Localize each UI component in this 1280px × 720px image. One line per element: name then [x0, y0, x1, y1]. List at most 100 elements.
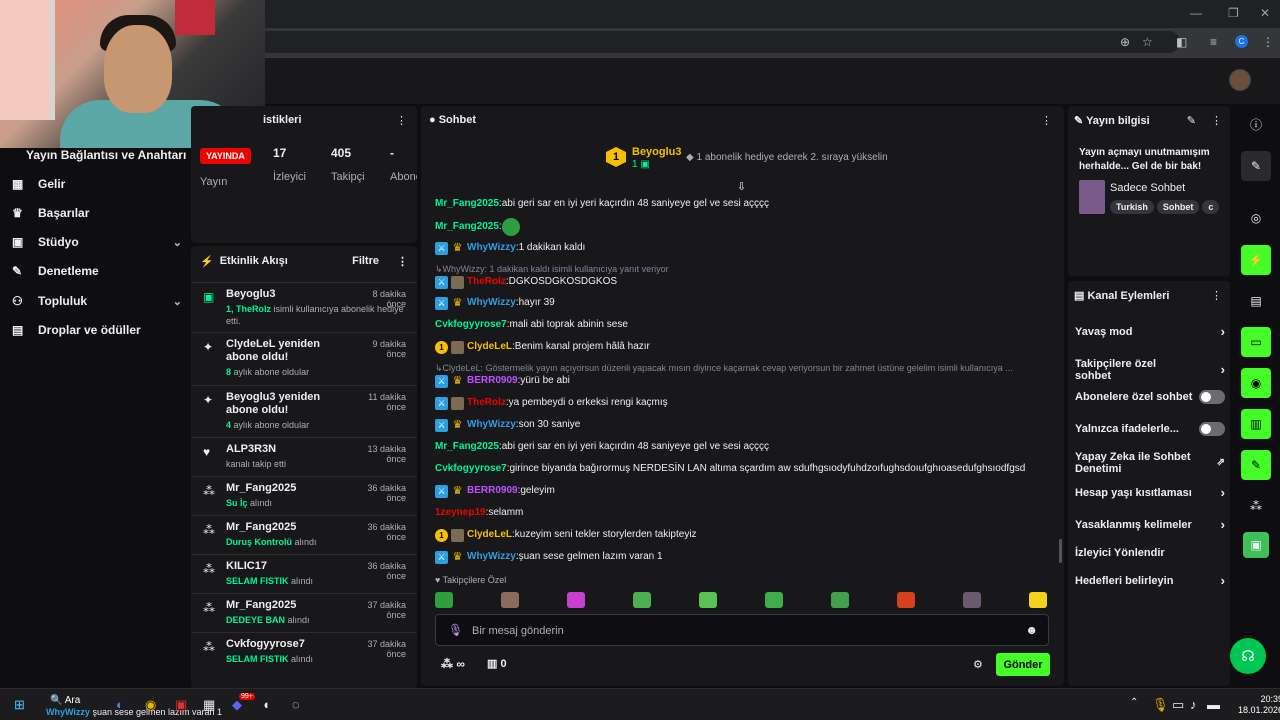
queue-icon[interactable]: ▥	[1241, 409, 1271, 439]
mic-icon[interactable]: 🎙	[448, 623, 463, 637]
channel-action-item[interactable]: Abonelere özel sohbet	[1075, 390, 1225, 404]
chat-message[interactable]: ⚔ TheRolz: DGKOSDGKOSDGKOS	[435, 275, 617, 289]
moderator-badge-icon[interactable]: ⚔	[435, 296, 448, 310]
activity-event[interactable]: ⁂ Mr_Fang2025 36 dakika önce Duruş Kontrolü…	[191, 515, 417, 552]
clip-icon[interactable]: ◎	[1241, 203, 1271, 233]
category-thumbnail[interactable]	[1079, 180, 1105, 214]
chat-message[interactable]: ⚔ TheRolz: ya pembeydi o erkeksi rengi ka…	[435, 396, 668, 410]
app-icon[interactable]: ▣	[175, 697, 187, 713]
chrome-icon[interactable]: ◉	[145, 697, 156, 713]
network-icon[interactable]: ▭	[1172, 697, 1184, 713]
emote-icon[interactable]	[765, 592, 783, 608]
nav-item-basarilar[interactable]: ♛ Başarılar	[12, 202, 182, 224]
taskbar-search[interactable]: 🔍 Ara	[50, 695, 80, 706]
chat-scrollbar[interactable]	[1059, 539, 1062, 563]
activity-event[interactable]: ▣ Beyoglu3 8 dakika önce 1, TheRolz isimli …	[191, 282, 417, 331]
avatar-badge-icon[interactable]	[451, 340, 464, 354]
emote-icon[interactable]	[897, 592, 915, 608]
tag[interactable]: Sohbet	[1156, 200, 1200, 214]
minimize-button[interactable]: —	[1190, 6, 1202, 20]
moderator-badge-icon[interactable]: ⚔	[435, 374, 448, 388]
settings-icon[interactable]: ⚙	[973, 658, 983, 671]
edit-icon[interactable]: ✎	[1187, 114, 1196, 127]
chat-username[interactable]: WhyWizzy	[467, 550, 516, 564]
extensions-icon[interactable]: ◧	[1176, 35, 1187, 49]
chat-username[interactable]: Mr_Fang2025	[435, 440, 499, 454]
activity-event[interactable]: ♥ ALP3R3N 13 dakika önce kanalı takip etti	[191, 437, 417, 474]
extension-icon[interactable]: ▣	[1243, 532, 1269, 558]
close-button[interactable]: ✕	[1260, 6, 1270, 20]
nav-item-gelir[interactable]: ▦ Gelir	[12, 173, 182, 195]
chat-message[interactable]: Cvkfogyyrose7: girince biyanda bağırormu…	[435, 462, 1025, 476]
subscriber-badge-icon[interactable]: 1	[435, 528, 448, 542]
chat-message[interactable]: Mr_Fang2025: abi geri sar en iyi yeri ka…	[435, 197, 769, 211]
chat-input-box[interactable]: 🎙 ☻	[435, 614, 1049, 646]
chat-reply-context[interactable]: ↳ ClydeLeL: Göstermelik yayın açıyorsun …	[435, 361, 1013, 375]
nav-item-topluluk[interactable]: ⚇ Topluluk ⌄	[12, 290, 182, 312]
moderator-badge-icon[interactable]: ⚔	[435, 550, 448, 564]
channel-action-item[interactable]: Yapay Zeka ile Sohbet Denetimi ⇗	[1075, 451, 1225, 475]
channel-action-item[interactable]: İzleyici Yönlendir	[1075, 547, 1225, 559]
menu-icon[interactable]: ⋮	[1262, 35, 1274, 49]
emote-icon[interactable]	[1029, 592, 1047, 608]
activity-event[interactable]: ⁂ Mr_Fang2025 36 dakika önce Su İç alındı	[191, 476, 417, 513]
emote-icon[interactable]	[435, 592, 453, 608]
activity-event[interactable]: ✦ ClydeLeL yeniden abone oldu! 9 dakika ön…	[191, 332, 417, 382]
restore-button[interactable]: ❐	[1228, 6, 1239, 20]
avatar-badge-icon[interactable]	[451, 396, 464, 410]
emote-icon[interactable]	[633, 592, 651, 608]
zoom-icon[interactable]: ⊕	[1120, 35, 1130, 49]
chat-username[interactable]: ClydeLeL	[467, 340, 512, 354]
chat-message[interactable]: 1 ClydeLeL: Benim kanal projem hâlâ hazır	[435, 340, 650, 354]
chat-message[interactable]: ⚔ ♛ BERR0909: yürü be abi	[435, 374, 570, 388]
chat-message[interactable]: Mr_Fang2025:	[435, 218, 520, 236]
more-icon[interactable]: ⋮	[1211, 114, 1222, 127]
speaker-icon[interactable]: ♪	[1190, 697, 1197, 712]
chat-username[interactable]: BERR0909	[467, 374, 518, 388]
moderator-badge-icon[interactable]: ⚔	[435, 418, 448, 432]
chat-input[interactable]	[472, 621, 1012, 641]
pinned-leaderboard[interactable]: 1 Beyoglu3 1 ▣ ◆ 1 abonelik hediye edere…	[606, 146, 906, 178]
chat-message[interactable]: ⚔ ♛ WhyWizzy: son 30 saniye	[435, 418, 580, 432]
chevron-up-icon[interactable]: ⌃	[1130, 697, 1138, 708]
moderator-badge-icon[interactable]: ⚔	[435, 241, 448, 255]
nav-stream-key[interactable]: Yayın Bağlantısı ve Anahtarı	[26, 148, 186, 162]
emote-icon[interactable]	[699, 592, 717, 608]
chat-message[interactable]: ⚔ ♛ BERR0909: geleyim	[435, 484, 555, 498]
toggle-switch[interactable]	[1199, 422, 1225, 436]
chat-message[interactable]: Cvkfogyyrose7: mali abi toprak abinin se…	[435, 318, 628, 332]
edge-icon[interactable]: ◐	[116, 697, 124, 712]
broadcast-icon[interactable]: ◉	[1241, 368, 1271, 398]
channel-action-item[interactable]: Takipçilere özel sohbet ›	[1075, 358, 1225, 382]
app-icon[interactable]: ◖	[262, 697, 270, 712]
chat-message[interactable]: ⚔ ♛ WhyWizzy: 1 dakikan kaldı	[435, 241, 585, 255]
emote-icon[interactable]	[567, 592, 585, 608]
activity-event[interactable]: ⁂ Mr_Fang2025 37 dakika önce DEDEYE BAN alı…	[191, 593, 417, 630]
activity-event[interactable]: ⁂ Cvkfogyyrose7 37 dakika önce SELAM FISTIK…	[191, 632, 417, 669]
nav-item-denetleme[interactable]: ✎ Denetleme	[12, 260, 182, 282]
tag[interactable]: c	[1202, 200, 1220, 214]
avatar-badge-icon[interactable]	[451, 528, 464, 542]
chat-username[interactable]: ClydeLeL	[467, 528, 512, 542]
tag[interactable]: Turkish	[1110, 200, 1154, 214]
nav-item-droplar[interactable]: ▤ Droplar ve ödüller	[12, 319, 182, 341]
address-bar[interactable]	[150, 31, 1180, 53]
emote-icon[interactable]	[831, 592, 849, 608]
chat-username[interactable]: 1zeynep19	[435, 506, 486, 520]
chat-username[interactable]: Mr_Fang2025	[435, 197, 499, 211]
moderator-badge-icon[interactable]: ⚔	[435, 484, 448, 498]
chat-message[interactable]: ⚔ ♛ WhyWizzy: şuan sese gelmen lazım varan…	[435, 550, 663, 564]
bolt-icon[interactable]: ⚡	[1241, 245, 1271, 275]
activity-event[interactable]: ✦ Beyoglu3 yeniden abone oldu! 11 dakika ö…	[191, 385, 417, 435]
nav-item-studyo[interactable]: ▣ Stüdyo ⌄	[12, 231, 182, 253]
chat-username[interactable]: BERR0909	[467, 484, 518, 498]
chat-username[interactable]: TheRolz	[467, 275, 506, 289]
more-icon[interactable]: ⋮	[1041, 114, 1052, 127]
crown-badge-icon[interactable]: ♛	[451, 485, 464, 498]
crown-badge-icon[interactable]: ♛	[451, 419, 464, 432]
category-name[interactable]: Sadece Sohbet	[1110, 182, 1185, 194]
crown-badge-icon[interactable]: ♛	[451, 242, 464, 255]
collapse-icon[interactable]: ⇩	[737, 180, 746, 193]
filter-button[interactable]: Filtre	[352, 255, 379, 267]
emote-icon[interactable]	[963, 592, 981, 608]
